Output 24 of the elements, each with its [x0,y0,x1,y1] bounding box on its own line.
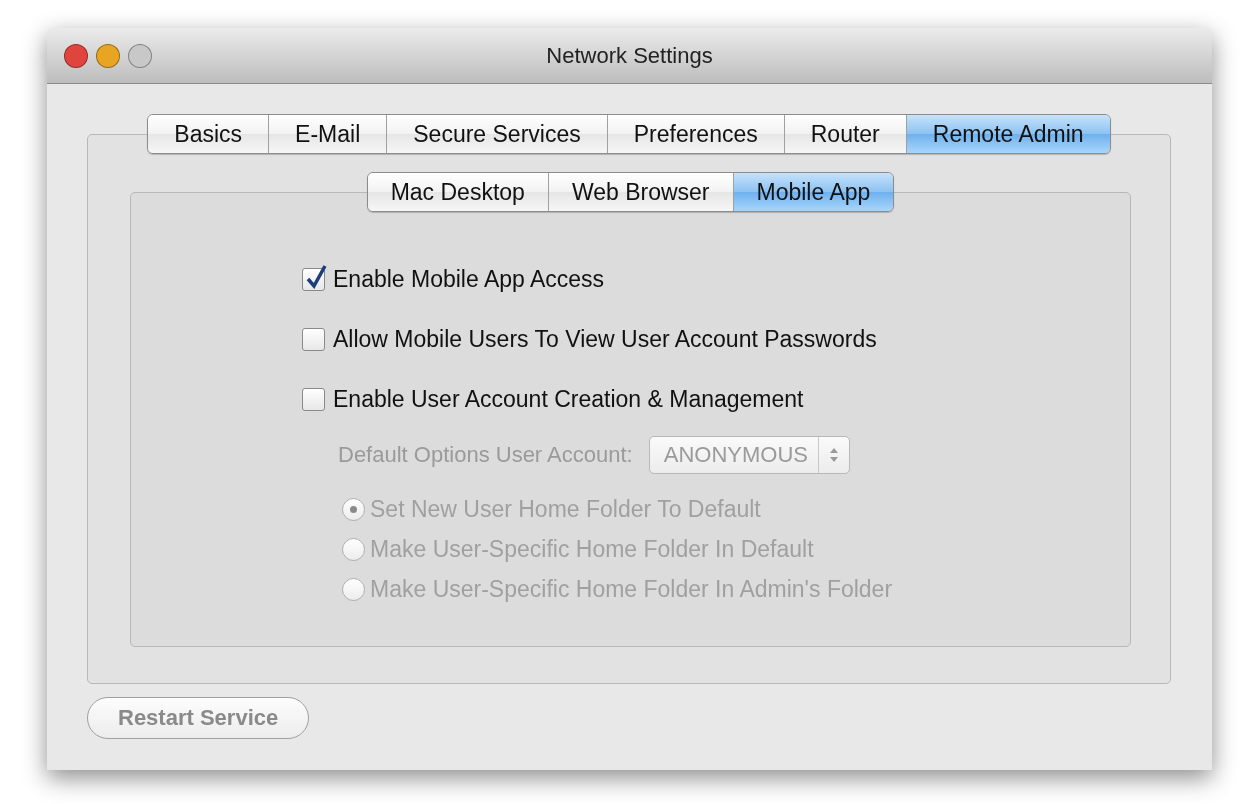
tab[interactable]: Mobile App [732,173,894,211]
tab[interactable]: Remote Admin [905,115,1110,153]
tab[interactable]: Secure Services [386,115,607,153]
checkbox-label: Enable Mobile App Access [333,265,605,293]
tab[interactable]: E-Mail [268,115,387,153]
field-label: Default Options User Account: [338,442,633,468]
window-title: Network Settings [546,42,713,68]
tab[interactable]: Router [783,115,906,153]
window-control-button[interactable] [128,43,152,68]
radio-label: Make User-Specific Home Folder In Default [370,535,814,563]
tab[interactable]: Basics [148,115,269,153]
tab[interactable]: Preferences [606,115,784,153]
checkbox-label: Allow Mobile Users To View User Account Passwords [333,325,877,353]
window-control-button[interactable] [96,43,120,68]
checkbox[interactable] [302,327,325,351]
stepper-icon [829,448,838,462]
tab[interactable]: Mac Desktop [367,173,548,211]
window-control-button[interactable] [64,43,88,68]
tab[interactable]: Web Browser [547,173,733,211]
checkbox-label: Enable User Account Creation & Management [333,385,804,413]
checkbox[interactable] [302,267,325,291]
radio-label: Set New User Home Folder To Default [370,495,761,523]
checkbox[interactable] [302,387,325,411]
radio-label: Make User-Specific Home Folder In Admin's Folder [370,575,893,603]
